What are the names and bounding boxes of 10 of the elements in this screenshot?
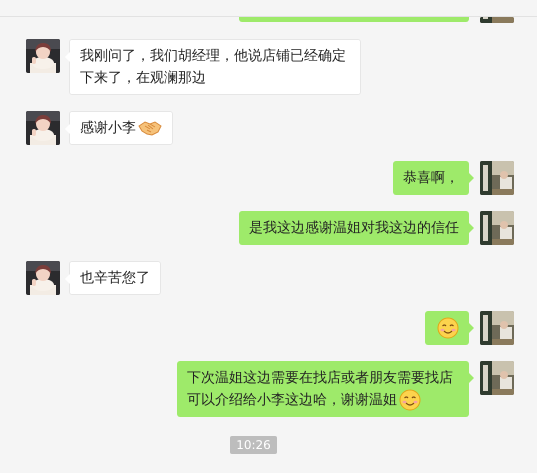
bubble-tail <box>469 373 474 384</box>
bubble-tail <box>469 173 474 183</box>
bubble-tail <box>469 223 474 233</box>
handshake-icon <box>138 119 162 138</box>
bubble-tail <box>65 52 70 62</box>
timestamp: 10:26 <box>230 436 277 454</box>
bubble-tail <box>65 124 70 134</box>
smiley-icon <box>399 389 421 412</box>
bubble-tail <box>65 274 70 284</box>
smiley-icon <box>437 317 459 340</box>
